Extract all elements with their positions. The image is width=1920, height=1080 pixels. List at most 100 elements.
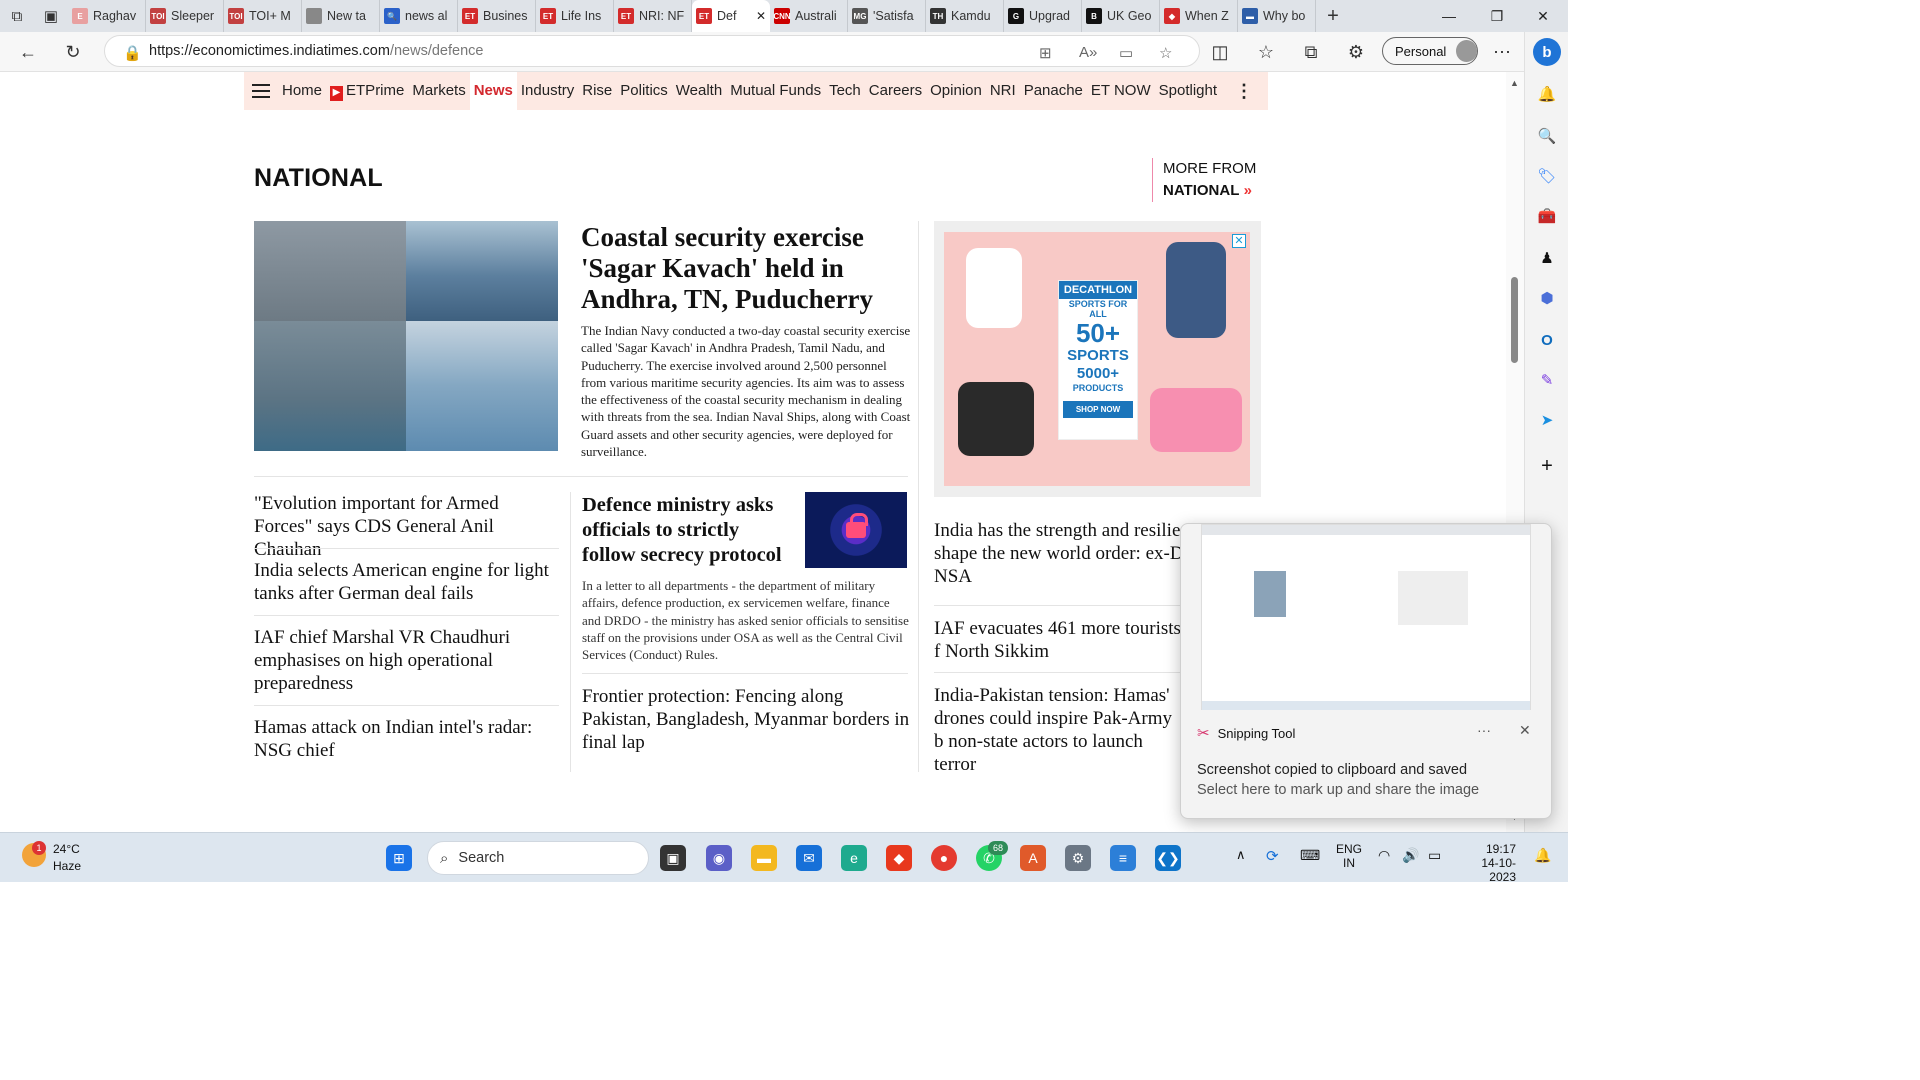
minimize-button[interactable]: — — [1426, 0, 1472, 32]
list-item[interactable]: "Evolution important for Armed Forces" s… — [254, 492, 559, 561]
nav-item[interactable]: Spotlight — [1155, 72, 1221, 110]
browser-tab[interactable]: CNN Australi — [770, 0, 848, 32]
nav-item[interactable]: ▶ ETPrime — [326, 72, 408, 110]
send-icon[interactable]: ➤ — [1537, 410, 1557, 430]
list-item[interactable]: India has the strength and resilie shape… — [934, 519, 1184, 588]
nav-item[interactable]: News — [469, 72, 517, 110]
task-view-icon[interactable]: ▣ — [660, 845, 686, 871]
notification-icon[interactable]: 🔔 — [1534, 847, 1551, 864]
battery-icon[interactable]: ▭ — [1428, 847, 1441, 864]
ad-banner[interactable]: ✕ DECATHLON SPORTS FOR ALL 50+ SPORTS 50… — [944, 232, 1250, 486]
snipping-notification[interactable]: ✂ Snipping Tool ··· ✕ Screenshot copied … — [1180, 523, 1552, 819]
nav-item[interactable]: Home — [278, 72, 326, 110]
more-vertical-icon[interactable]: ⋮ — [1221, 81, 1253, 102]
browser-tab[interactable]: New ta — [302, 0, 380, 32]
language-indicator[interactable]: ENG IN — [1336, 842, 1362, 870]
favorites-icon[interactable]: ☆ — [1254, 40, 1278, 64]
favorite-star-icon[interactable]: ☆ — [1159, 44, 1172, 62]
list-item[interactable]: IAF chief Marshal VR Chaudhuri emphasise… — [254, 626, 559, 695]
nav-item[interactable]: Opinion — [926, 72, 986, 110]
tag-icon[interactable]: 🏷 — [1537, 166, 1557, 186]
notepad-icon[interactable]: ≡ — [1110, 845, 1136, 871]
restore-button[interactable]: ❐ — [1474, 0, 1520, 32]
collections-icon[interactable]: ⧉ — [1299, 40, 1323, 64]
browser-tab[interactable]: ET NRI: NF — [614, 0, 692, 32]
browser-tab[interactable]: ET Life Ins — [536, 0, 614, 32]
outlook-icon[interactable]: O — [1537, 330, 1557, 350]
immersive-reader-icon[interactable]: ▭ — [1119, 44, 1133, 62]
more-from-link[interactable]: MORE FROM NATIONAL » — [1152, 158, 1256, 202]
lock-icon[interactable]: 🔒 — [123, 44, 142, 62]
lead-image[interactable] — [254, 221, 558, 451]
browser-tab[interactable]: ▬ Why bo — [1238, 0, 1316, 32]
snip-more-icon[interactable]: ··· — [1477, 722, 1491, 738]
read-aloud-icon[interactable]: A» — [1079, 44, 1097, 61]
nav-item[interactable]: Wealth — [672, 72, 726, 110]
nav-item[interactable]: Tech — [825, 72, 865, 110]
advertisement[interactable]: ✕ DECATHLON SPORTS FOR ALL 50+ SPORTS 50… — [934, 221, 1261, 497]
mail-icon[interactable]: ✉ — [796, 845, 822, 871]
apps-icon[interactable]: ⊞ — [1039, 44, 1052, 62]
file-explorer-icon[interactable]: ▬ — [751, 845, 777, 871]
chevron-up-icon[interactable]: ∧ — [1236, 847, 1246, 863]
split-screen-icon[interactable]: ◫ — [1208, 40, 1232, 64]
close-window-button[interactable]: ✕ — [1520, 0, 1566, 32]
nav-item[interactable]: NRI — [986, 72, 1020, 110]
nav-item[interactable]: Industry — [517, 72, 578, 110]
nav-item[interactable]: Rise — [578, 72, 616, 110]
middle-headline[interactable]: Defence ministry asks officials to stric… — [582, 493, 797, 568]
list-item[interactable]: Frontier protection: Fencing along Pakis… — [582, 685, 912, 754]
browser-tab[interactable]: G Upgrad — [1004, 0, 1082, 32]
lead-headline[interactable]: Coastal security exercise 'Sagar Kavach'… — [581, 222, 901, 315]
close-tab-icon[interactable]: ✕ — [756, 9, 766, 23]
snip-close-icon[interactable]: ✕ — [1519, 722, 1531, 739]
scrollbar-thumb[interactable] — [1511, 277, 1518, 363]
settings-gear-icon[interactable]: ⚙ — [1065, 845, 1091, 871]
extensions-icon[interactable]: ⚙ — [1344, 40, 1368, 64]
start-windows-icon[interactable]: ⊞ — [386, 845, 412, 871]
keyboard-icon[interactable]: ⌨ — [1300, 847, 1320, 864]
notification-bell-icon[interactable]: 🔔 — [1537, 84, 1557, 104]
browser-tab[interactable]: TOI Sleeper — [146, 0, 224, 32]
hamburger-menu-icon[interactable] — [244, 84, 278, 98]
office-icon[interactable]: ⬢ — [1537, 288, 1557, 308]
edge-icon[interactable]: e — [841, 845, 867, 871]
chrome-icon[interactable]: ● — [931, 845, 957, 871]
list-item[interactable]: IAF evacuates 461 more tourists f North … — [934, 617, 1184, 663]
cyber-lock-image[interactable] — [805, 492, 907, 568]
nav-item[interactable]: Markets — [408, 72, 469, 110]
sync-icon[interactable]: ⟳ — [1266, 847, 1279, 865]
nav-item[interactable]: ET NOW — [1087, 72, 1155, 110]
more-menu-icon[interactable]: ⋯ — [1490, 40, 1514, 64]
tab-actions-icon[interactable]: ▣ — [34, 0, 68, 32]
vscode-icon[interactable]: ❮❯ — [1155, 845, 1181, 871]
workspaces-icon[interactable]: ⧉ — [0, 0, 34, 32]
scroll-up-icon[interactable]: ▲ — [1510, 78, 1519, 88]
list-item[interactable]: India selects American engine for light … — [254, 559, 559, 605]
nav-item[interactable]: Mutual Funds — [726, 72, 825, 110]
browser-tab[interactable]: MG 'Satisfa — [848, 0, 926, 32]
shop-now-button[interactable]: SHOP NOW — [1063, 401, 1133, 418]
office-app-icon[interactable]: ◆ — [886, 845, 912, 871]
browser-tab[interactable]: ET Def ✕ — [692, 0, 770, 32]
nav-item[interactable]: Politics — [616, 72, 672, 110]
profile-button[interactable]: Personal — [1382, 37, 1478, 65]
games-icon[interactable]: ♟ — [1537, 248, 1557, 268]
screenshot-preview[interactable] — [1201, 524, 1531, 710]
browser-tab[interactable]: ◆ When Z — [1160, 0, 1238, 32]
new-tab-button[interactable]: + — [1316, 0, 1350, 32]
wifi-icon[interactable]: ◠ — [1378, 847, 1390, 864]
browser-tab[interactable]: ET Busines — [458, 0, 536, 32]
add-sidebar-icon[interactable]: + — [1537, 455, 1557, 477]
list-item[interactable]: Hamas attack on Indian intel's radar: NS… — [254, 716, 559, 762]
refresh-icon[interactable]: ↻ — [61, 40, 85, 64]
browser-tab[interactable]: E Raghav — [68, 0, 146, 32]
teams-chat-icon[interactable]: ◉ — [706, 845, 732, 871]
taskbar-search[interactable]: ⌕ Search — [427, 841, 649, 875]
search-icon[interactable]: 🔍 — [1537, 126, 1557, 146]
toolbox-icon[interactable]: 🧰 — [1537, 206, 1557, 226]
nav-item[interactable]: Panache — [1020, 72, 1087, 110]
url-field[interactable]: 🔒 https://economictimes.indiatimes.com/n… — [104, 35, 1200, 67]
acrobat-icon[interactable]: A — [1020, 845, 1046, 871]
browser-tab[interactable]: TH Kamdu — [926, 0, 1004, 32]
